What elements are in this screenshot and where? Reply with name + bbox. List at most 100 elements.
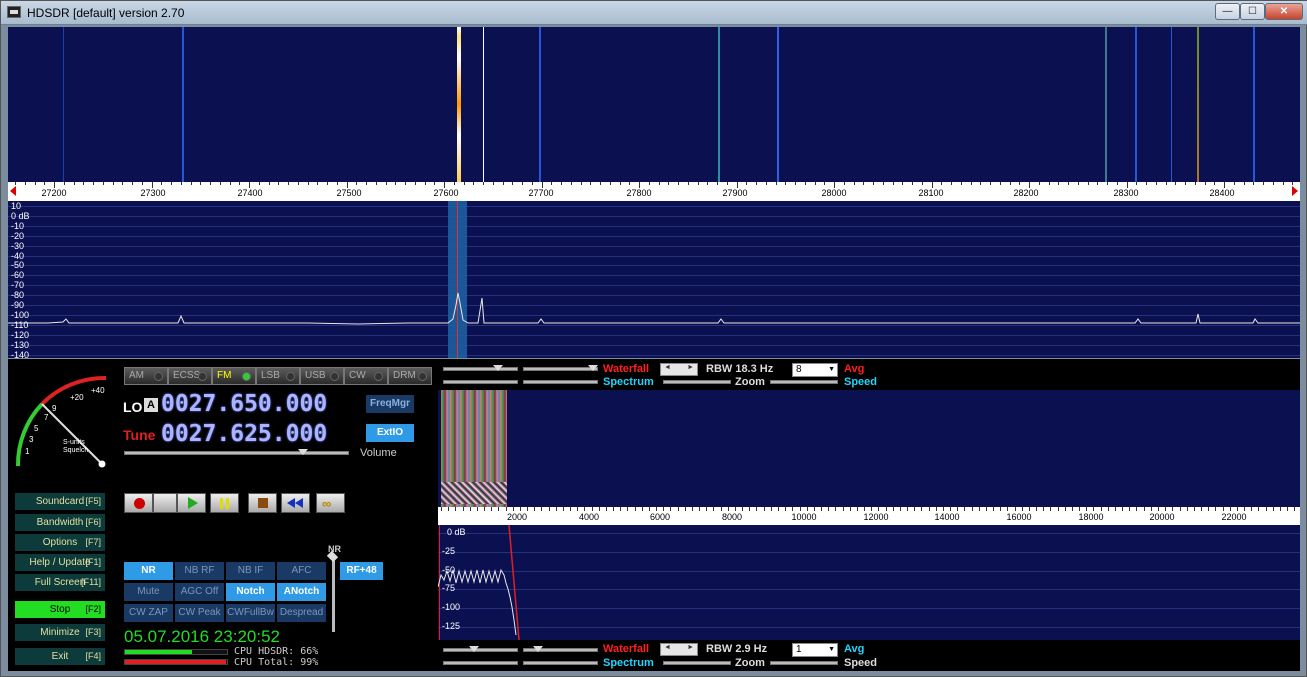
side-button-label: Minimize: [40, 627, 80, 638]
dsp-button-cw-peak[interactable]: CW Peak: [175, 604, 224, 622]
tune-frequency-display[interactable]: 0027.625.000: [161, 421, 327, 447]
rf-speed-slider[interactable]: [770, 380, 838, 384]
rf-waterfall[interactable]: [8, 27, 1300, 182]
af-axis-tick: [1108, 507, 1109, 511]
rf-waterfall-contrast-slider[interactable]: [523, 367, 598, 371]
side-button-bandwidth[interactable]: Bandwidth [F6]: [15, 514, 105, 531]
side-button-help-update[interactable]: Help / Update [F1]: [15, 554, 105, 571]
rf-spectrum-gain-slider[interactable]: [443, 380, 518, 384]
smeter-caption: Squelch: [63, 447, 88, 454]
side-button-options[interactable]: Options [F7]: [15, 534, 105, 551]
af-spectrum-gain-slider[interactable]: [443, 661, 518, 665]
af-spectrum-label: Spectrum: [603, 657, 654, 669]
mode-button-ecss[interactable]: ECSS: [168, 367, 212, 385]
lo-frequency-display[interactable]: 0027.650.000: [161, 391, 327, 417]
dsp-button-agc-off[interactable]: AGC Off: [175, 583, 224, 601]
dsp-button-nb-if[interactable]: NB IF: [226, 562, 275, 580]
af-zoom-slider[interactable]: [663, 661, 731, 665]
rf-axis-tick: [1107, 182, 1108, 185]
rf48-button[interactable]: RF+48: [340, 562, 383, 580]
rf-axis-tick: [1146, 182, 1147, 185]
slider-knob[interactable]: [469, 646, 479, 652]
lo-vfo-badge[interactable]: A: [144, 398, 158, 412]
af-axis-tick: [1294, 507, 1295, 511]
mode-button-am[interactable]: AM: [124, 367, 168, 385]
smeter-scale-label: 5: [34, 424, 39, 433]
mode-button-drm[interactable]: DRM: [388, 367, 432, 385]
af-axis-tick: [986, 507, 987, 511]
mode-button-lsb[interactable]: LSB: [256, 367, 300, 385]
side-button-soundcard[interactable]: Soundcard [F5]: [15, 493, 105, 510]
dsp-button-nr[interactable]: NR: [124, 562, 173, 580]
dsp-button-nb-rf[interactable]: NB RF: [175, 562, 224, 580]
rf-axis-tick: [610, 182, 611, 185]
volume-slider-knob[interactable]: [298, 449, 308, 455]
loop-button[interactable]: ∞: [316, 493, 345, 513]
rf-axis-tick: [844, 182, 845, 185]
dsp-button-despread[interactable]: Despread: [277, 604, 326, 622]
rf-rbw-spinner[interactable]: [660, 363, 698, 376]
dsp-button-afc[interactable]: AFC: [277, 562, 326, 580]
scroll-right-arrow-icon[interactable]: [1292, 186, 1298, 196]
af-spectrum[interactable]: 0 dB -25 -50 -75 -100 -125: [438, 525, 1300, 640]
rf-axis-tick: [1097, 182, 1098, 185]
dsp-button-anotch[interactable]: ANotch: [277, 583, 326, 601]
af-avg-select[interactable]: 1: [792, 643, 838, 657]
rf-zoom-slider[interactable]: [663, 380, 731, 384]
minimize-window-button[interactable]: —: [1215, 3, 1240, 20]
nr-level-slider[interactable]: [332, 557, 335, 632]
close-window-button[interactable]: ✕: [1265, 3, 1303, 20]
af-spectrum-contrast-slider[interactable]: [523, 661, 598, 665]
blank-transport-button[interactable]: [153, 493, 177, 513]
scroll-left-arrow-icon[interactable]: [10, 186, 16, 196]
dsp-button-cwfullbw[interactable]: CWFullBw: [226, 604, 275, 622]
pause-button[interactable]: [210, 493, 239, 513]
maximize-window-button[interactable]: ☐: [1240, 3, 1265, 20]
record-button[interactable]: [124, 493, 153, 513]
smeter-scale-label: +20: [70, 393, 84, 402]
af-axis-tick: [1072, 507, 1073, 511]
af-axis-tick: [1079, 507, 1080, 511]
af-speed-slider[interactable]: [770, 661, 838, 665]
af-axis-label: 16000: [1006, 512, 1032, 522]
mode-button-cw[interactable]: CW: [344, 367, 388, 385]
rf-avg-select[interactable]: 8: [792, 363, 838, 377]
side-button-exit[interactable]: Exit [F4]: [15, 648, 105, 665]
af-waterfall[interactable]: [438, 390, 1300, 507]
af-axis-label: 14000: [934, 512, 960, 522]
slider-knob[interactable]: [588, 365, 598, 371]
side-button-full-screen[interactable]: Full Screen [F11]: [15, 574, 105, 591]
slider-knob[interactable]: [533, 646, 543, 652]
datetime-display: 05.07.2016 23:20:52: [124, 627, 280, 646]
rf-axis-label: 27500: [336, 188, 362, 198]
side-button-minimize[interactable]: Minimize [F3]: [15, 624, 105, 641]
rf-frequency-axis[interactable]: 27200 27300 27400 27500 27600 27700 2780…: [8, 182, 1300, 201]
af-rbw-spinner[interactable]: [660, 643, 698, 656]
dsp-button-notch[interactable]: Notch: [226, 583, 275, 601]
af-waterfall-gain-slider[interactable]: [443, 648, 518, 652]
mode-button-fm[interactable]: FM: [212, 367, 256, 385]
dsp-button-mute[interactable]: Mute: [124, 583, 173, 601]
stop-playback-button[interactable]: [248, 493, 277, 513]
volume-slider[interactable]: [124, 451, 349, 455]
dsp-button-cw-zap[interactable]: CW ZAP: [124, 604, 173, 622]
slider-knob[interactable]: [493, 365, 503, 371]
waterfall-signal-trace: [777, 27, 779, 182]
title-bar[interactable]: HDSDR [default] version 2.70 — ☐ ✕: [1, 1, 1307, 25]
rf-spectrum-contrast-slider[interactable]: [523, 380, 598, 384]
s-meter: 1 3 5 7 9 +20 +40 S-units Squelch: [15, 375, 107, 468]
af-axis-tick: [814, 507, 815, 511]
af-frequency-axis[interactable]: 2000 4000 6000 8000 10000 12000 14000 16000 1800…: [438, 507, 1300, 525]
rf-axis-tick: [1010, 182, 1011, 185]
rf-spectrum[interactable]: 10 0 dB -10 -20 -30 -40 -50 -60 -70 -80 -90 -100 -11…: [8, 201, 1300, 358]
rewind-button[interactable]: [281, 493, 310, 513]
mode-button-usb[interactable]: USB: [300, 367, 344, 385]
rf-axis-label: 27700: [528, 188, 554, 198]
extio-button[interactable]: ExtIO: [366, 424, 414, 442]
freqmgr-button[interactable]: FreqMgr: [366, 395, 414, 413]
side-button-stop[interactable]: Stop [F2]: [15, 601, 105, 618]
play-button[interactable]: [177, 493, 206, 513]
rf-axis-label: 28100: [918, 188, 944, 198]
af-axis-tick: [656, 507, 657, 511]
rf-waterfall-gain-slider[interactable]: [443, 367, 518, 371]
